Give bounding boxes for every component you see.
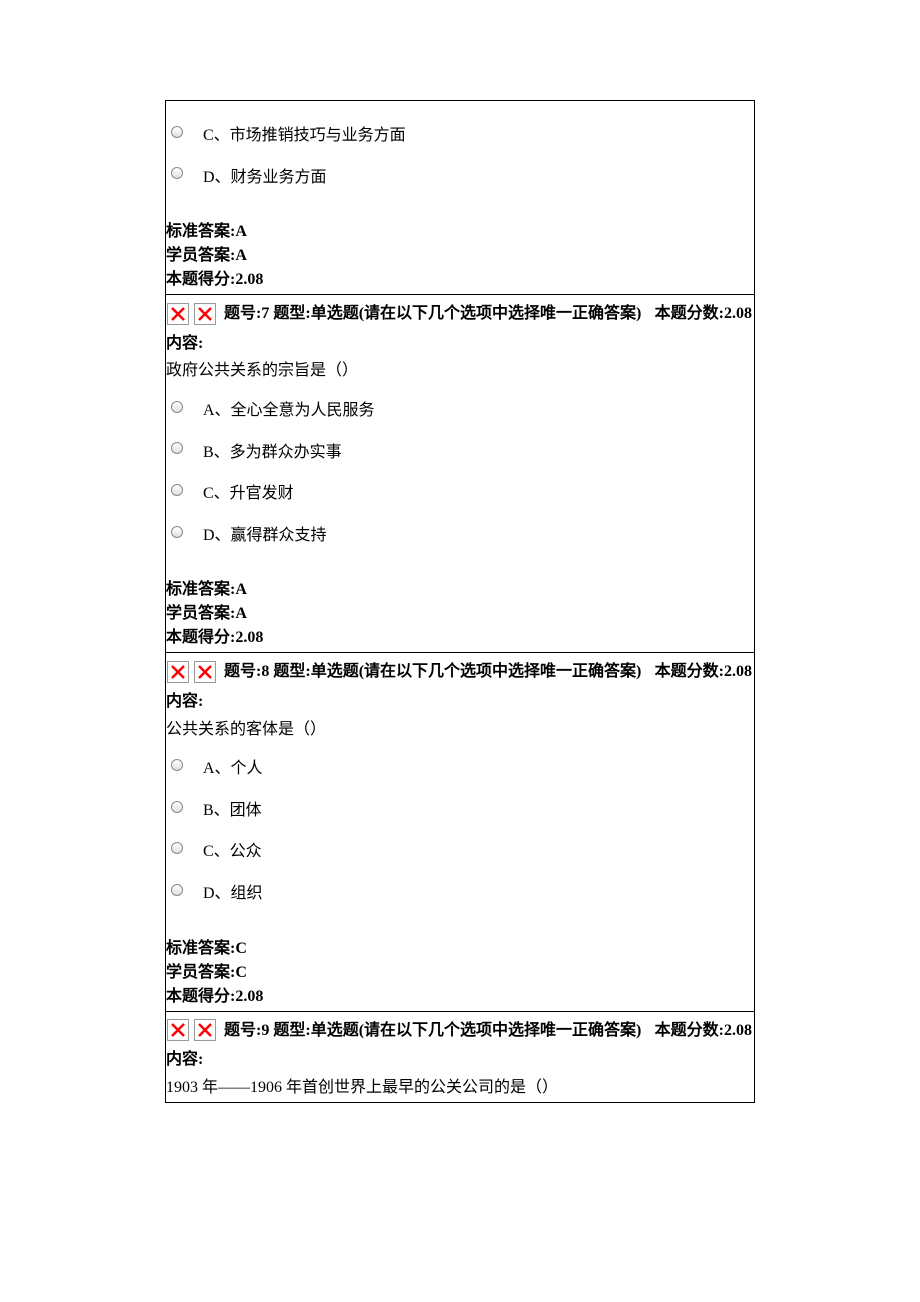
close-icon[interactable] xyxy=(194,1019,216,1041)
option-c-row: C、公众 xyxy=(166,831,754,873)
score-earned: 本题得分:2.08 xyxy=(166,626,754,650)
option-d-row: D、赢得群众支持 xyxy=(166,515,754,557)
question-7: 题号:7 题型:单选题(请在以下几个选项中选择唯一正确答案) 本题分数:2.08… xyxy=(166,295,754,653)
close-icon[interactable] xyxy=(167,661,189,683)
radio-icon[interactable] xyxy=(171,126,183,138)
option-b-text: B、多为群众办实事 xyxy=(203,440,342,466)
question-content: 政府公共关系的宗旨是（） xyxy=(166,358,754,390)
option-a-text: A、个人 xyxy=(203,756,263,782)
option-d-row: D、财务业务方面 xyxy=(166,157,754,199)
content-label: 内容: xyxy=(166,1045,754,1075)
option-c-row: C、市场推销技巧与业务方面 xyxy=(166,115,754,157)
student-answer: 学员答案:C xyxy=(166,961,754,985)
answer-block: 标准答案:A 学员答案:A 本题得分:2.08 xyxy=(166,574,754,652)
radio-icon[interactable] xyxy=(171,167,183,179)
radio-icon[interactable] xyxy=(171,442,183,454)
question-8: 题号:8 题型:单选题(请在以下几个选项中选择唯一正确答案) 本题分数:2.08… xyxy=(166,653,754,1011)
option-d-text: D、财务业务方面 xyxy=(203,165,327,191)
question-title: 题号:8 题型:单选题(请在以下几个选项中选择唯一正确答案) xyxy=(224,659,641,685)
question-score: 本题分数:2.08 xyxy=(655,1018,754,1044)
content-label: 内容: xyxy=(166,687,754,717)
option-c-text: C、升官发财 xyxy=(203,481,294,507)
question-title: 题号:7 题型:单选题(请在以下几个选项中选择唯一正确答案) xyxy=(224,301,641,327)
option-a-text: A、全心全意为人民服务 xyxy=(203,398,375,424)
question-title: 题号:9 题型:单选题(请在以下几个选项中选择唯一正确答案) xyxy=(224,1018,641,1044)
option-a-row: A、全心全意为人民服务 xyxy=(166,390,754,432)
question-header: 题号:8 题型:单选题(请在以下几个选项中选择唯一正确答案) 本题分数:2.08 xyxy=(166,653,754,687)
question-6-partial: C、市场推销技巧与业务方面 D、财务业务方面 标准答案:A 学员答案:A 本题得… xyxy=(166,101,754,295)
score-earned: 本题得分:2.08 xyxy=(166,985,754,1009)
option-d-row: D、组织 xyxy=(166,873,754,915)
question-content: 1903 年——1906 年首创世界上最早的公关公司的是（） xyxy=(166,1075,754,1103)
score-earned: 本题得分:2.08 xyxy=(166,268,754,292)
content-label: 内容: xyxy=(166,329,754,359)
question-score: 本题分数:2.08 xyxy=(655,659,754,685)
radio-icon[interactable] xyxy=(171,401,183,413)
standard-answer: 标准答案:A xyxy=(166,578,754,602)
student-answer: 学员答案:A xyxy=(166,244,754,268)
option-d-text: D、赢得群众支持 xyxy=(203,523,327,549)
option-b-row: B、多为群众办实事 xyxy=(166,432,754,474)
radio-icon[interactable] xyxy=(171,884,183,896)
question-header: 题号:9 题型:单选题(请在以下几个选项中选择唯一正确答案) 本题分数:2.08 xyxy=(166,1012,754,1046)
question-content: 公共关系的客体是（） xyxy=(166,717,754,749)
option-d-text: D、组织 xyxy=(203,881,263,907)
radio-icon[interactable] xyxy=(171,759,183,771)
radio-icon[interactable] xyxy=(171,842,183,854)
question-score: 本题分数:2.08 xyxy=(655,301,754,327)
close-icon[interactable] xyxy=(194,303,216,325)
option-a-row: A、个人 xyxy=(166,748,754,790)
option-c-text: C、公众 xyxy=(203,839,262,865)
radio-icon[interactable] xyxy=(171,801,183,813)
option-b-text: B、团体 xyxy=(203,798,262,824)
standard-answer: 标准答案:C xyxy=(166,937,754,961)
close-icon[interactable] xyxy=(194,661,216,683)
close-icon[interactable] xyxy=(167,303,189,325)
option-b-row: B、团体 xyxy=(166,790,754,832)
standard-answer: 标准答案:A xyxy=(166,220,754,244)
radio-icon[interactable] xyxy=(171,484,183,496)
question-9-partial: 题号:9 题型:单选题(请在以下几个选项中选择唯一正确答案) 本题分数:2.08… xyxy=(166,1012,754,1103)
option-c-row: C、升官发财 xyxy=(166,473,754,515)
answer-block: 标准答案:A 学员答案:A 本题得分:2.08 xyxy=(166,216,754,294)
student-answer: 学员答案:A xyxy=(166,602,754,626)
option-c-text: C、市场推销技巧与业务方面 xyxy=(203,123,406,149)
answer-block: 标准答案:C 学员答案:C 本题得分:2.08 xyxy=(166,933,754,1011)
document-container: C、市场推销技巧与业务方面 D、财务业务方面 标准答案:A 学员答案:A 本题得… xyxy=(165,100,755,1103)
radio-icon[interactable] xyxy=(171,526,183,538)
close-icon[interactable] xyxy=(167,1019,189,1041)
question-header: 题号:7 题型:单选题(请在以下几个选项中选择唯一正确答案) 本题分数:2.08 xyxy=(166,295,754,329)
